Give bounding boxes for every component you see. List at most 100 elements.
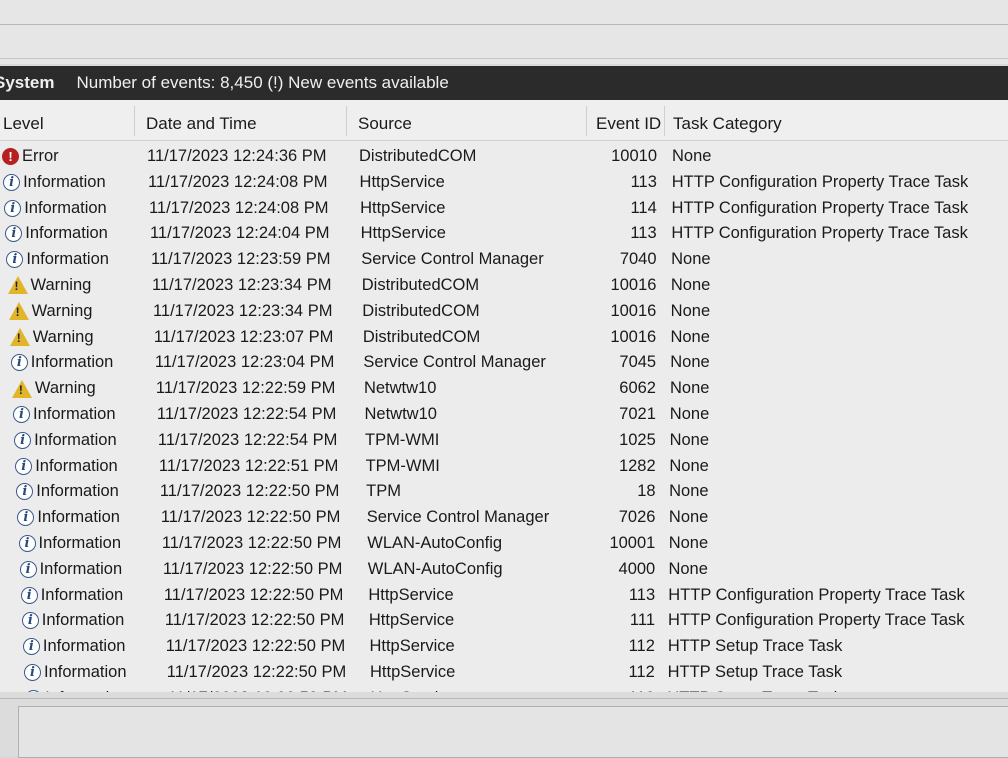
event-task-category: None [668, 533, 709, 552]
event-level-label: Information [36, 482, 119, 501]
event-task-category: None [670, 275, 711, 294]
event-row[interactable]: i Information 11/17/2023 12:22:51 PM TPM-WM… [0, 454, 1008, 480]
warning-icon [11, 379, 32, 398]
event-row[interactable]: i Information 11/17/2023 12:24:04 PM HttpSe… [0, 221, 1008, 247]
event-row[interactable]: iInformation 11/17/2023 12:22:50 PM HttpSe… [0, 634, 1008, 660]
event-row[interactable]: iInformation 11/17/2023 12:22:50 PM HttpSe… [0, 660, 1008, 686]
column-separator[interactable] [586, 106, 587, 136]
divider [0, 58, 1008, 59]
event-source: DistributedCOM [361, 275, 480, 294]
event-row[interactable]: Warning 11/17/2023 12:23:07 PM Distributed… [0, 325, 1008, 351]
event-datetime: 11/17/2023 12:22:50 PM [163, 585, 344, 604]
event-datetime: 11/17/2023 12:23:34 PM [152, 301, 333, 320]
event-level-label: Warning [31, 301, 93, 320]
event-level-cell: ! Error [2, 147, 59, 166]
event-row[interactable]: i Information 11/17/2023 12:23:59 PM Servic… [0, 247, 1008, 273]
event-row[interactable]: i Information 11/17/2023 12:24:08 PM HttpSe… [0, 196, 1008, 222]
event-level-label: Information [41, 611, 125, 630]
event-level-label: Error [22, 147, 59, 165]
event-datetime: 11/17/2023 12:24:08 PM [147, 172, 328, 191]
event-row[interactable]: i Information 11/17/2023 12:22:50 PM Servic… [0, 505, 1008, 531]
column-header-event-id[interactable]: Event ID [596, 114, 661, 134]
event-level-label: Information [24, 198, 107, 217]
column-header-datetime[interactable]: Date and Time [146, 114, 257, 134]
event-task-category: None [669, 482, 709, 501]
event-level-cell: iInformation [4, 199, 107, 218]
event-level-cell: iInformation [19, 560, 122, 579]
details-pane-area [0, 692, 1008, 758]
event-level-label: Information [26, 250, 109, 269]
event-source: DistributedCOM [362, 301, 480, 320]
column-header-task-category[interactable]: Task Category [673, 114, 782, 134]
event-level-cell: iInformation [3, 173, 106, 192]
info-icon: i [5, 225, 23, 243]
column-header-level[interactable]: Level [3, 114, 44, 134]
event-row[interactable]: Warning 11/17/2023 12:23:34 PM Distributed… [0, 273, 1008, 299]
info-icon: i [16, 483, 34, 501]
event-source: HttpService [360, 198, 446, 217]
event-datetime: 11/17/2023 12:23:04 PM [154, 353, 335, 372]
event-row[interactable]: Warning 11/17/2023 12:22:59 PM Netwtw10 606… [0, 376, 1008, 402]
event-id: 7040 [619, 250, 657, 269]
event-row[interactable]: iInformation 11/17/2023 12:22:50 PM HttpSe… [0, 608, 1008, 634]
event-task-category: None [669, 456, 709, 475]
event-level-cell: iInformation [14, 431, 117, 450]
event-level-cell: iInformation [21, 611, 125, 630]
event-level-cell: iInformation [5, 224, 108, 243]
event-id: 10010 [611, 147, 657, 165]
event-task-category: HTTP Setup Trace Task [667, 662, 843, 681]
event-datetime: 11/17/2023 12:22:59 PM [155, 379, 336, 398]
info-icon: i [20, 586, 38, 604]
event-datetime: 11/17/2023 12:22:51 PM [158, 456, 339, 475]
info-icon: i [17, 509, 35, 527]
event-row[interactable]: ! Error 11/17/2023 12:24:36 PM DistributedC… [0, 144, 1008, 170]
info-icon: i [3, 173, 21, 191]
event-row[interactable]: i Information 11/17/2023 12:23:04 PM Servic… [0, 350, 1008, 376]
event-row[interactable]: i Information 11/17/2023 12:22:54 PM Netwtw… [0, 402, 1008, 428]
event-source: Service Control Manager [366, 508, 550, 527]
column-separator[interactable] [346, 106, 347, 136]
column-separator[interactable] [664, 106, 665, 136]
info-icon: i [6, 251, 24, 269]
column-header-source[interactable]: Source [358, 114, 412, 134]
event-source: Service Control Manager [363, 353, 546, 372]
event-id: 7045 [619, 353, 657, 372]
event-row[interactable]: i Information 11/17/2023 12:22:54 PM TPM-WM… [0, 428, 1008, 454]
event-row[interactable]: i Information 11/17/2023 12:22:50 PM WLAN-A… [0, 557, 1008, 583]
warning-icon [9, 328, 30, 347]
event-source: HttpService [369, 637, 455, 656]
event-level-label: Information [37, 508, 120, 527]
event-task-category: HTTP Configuration Property Trace Task [671, 172, 969, 191]
column-separator[interactable] [134, 106, 135, 136]
event-task-category: HTTP Configuration Property Trace Task [668, 611, 965, 630]
info-icon: i [4, 199, 22, 217]
event-task-category: None [670, 327, 710, 346]
divider [0, 698, 1008, 699]
log-header-bar: System Number of events: 8,450 (!) New e… [0, 66, 1008, 100]
warning-icon [8, 302, 29, 321]
event-source: TPM-WMI [365, 456, 440, 475]
event-level-label: Warning [34, 379, 96, 398]
event-level-label: Information [42, 637, 126, 656]
event-row[interactable]: Warning 11/17/2023 12:23:34 PM Distributed… [0, 299, 1008, 325]
info-icon: i [24, 663, 41, 681]
event-task-category: None [670, 301, 711, 320]
event-row[interactable]: i Information 11/17/2023 12:24:08 PM HttpSe… [0, 170, 1008, 196]
event-level-cell: iInformation [24, 663, 127, 682]
info-icon: i [10, 354, 28, 372]
event-id: 18 [637, 482, 656, 501]
event-task-category: HTTP Configuration Property Trace Task [668, 585, 965, 604]
event-level-cell: iInformation [13, 405, 116, 424]
event-datetime: 11/17/2023 12:23:34 PM [151, 275, 332, 294]
event-row[interactable]: iInformation 11/17/2023 12:22:50 PM HttpSe… [0, 583, 1008, 609]
event-row[interactable]: i Information 11/17/2023 12:22:50 PM WLAN-A… [0, 531, 1008, 557]
event-id: 112 [628, 637, 655, 656]
event-id: 7021 [619, 404, 656, 423]
event-row[interactable]: i Information 11/17/2023 12:22:50 PM TPM 18 N… [0, 479, 1008, 505]
event-task-category: HTTP Configuration Property Trace Task [671, 224, 968, 243]
event-datetime: 11/17/2023 12:22:50 PM [165, 637, 346, 656]
info-icon: i [15, 457, 33, 475]
warning-icon [7, 276, 28, 295]
event-level-cell: iInformation [6, 250, 109, 269]
event-level-label: Information [35, 456, 118, 475]
